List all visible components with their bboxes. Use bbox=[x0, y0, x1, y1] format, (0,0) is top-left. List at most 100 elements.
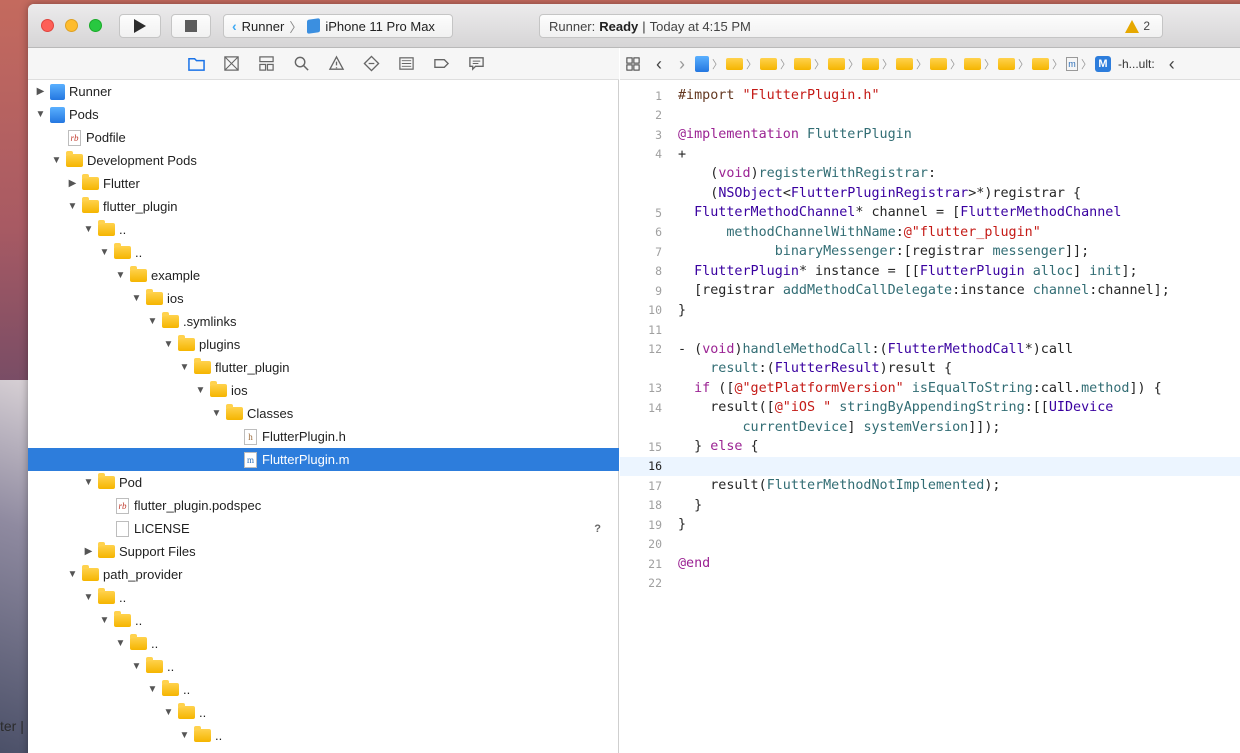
jumpbar-folder-icon[interactable] bbox=[930, 57, 947, 70]
tree-row[interactable]: ▼.. bbox=[28, 241, 619, 264]
disclosure-expanded-icon[interactable]: ▼ bbox=[178, 362, 191, 373]
disclosure-expanded-icon[interactable]: ▼ bbox=[82, 592, 95, 603]
tree-row[interactable]: rb flutter_plugin.podspec bbox=[28, 494, 619, 517]
jumpbar-symbol-label[interactable]: -h...ult: bbox=[1118, 57, 1155, 71]
disclosure-collapsed-icon[interactable]: ▶ bbox=[82, 546, 95, 557]
disclosure-expanded-icon[interactable]: ▼ bbox=[50, 155, 63, 166]
line-number[interactable]: 18 bbox=[620, 498, 662, 512]
counterparts-back-icon[interactable]: ‹ bbox=[1162, 55, 1182, 73]
line-number[interactable]: 3 bbox=[620, 128, 662, 142]
line-number[interactable]: 21 bbox=[620, 557, 662, 571]
tree-row[interactable]: ▶ Flutter bbox=[28, 172, 619, 195]
tree-row[interactable]: ▼ .symlinks bbox=[28, 310, 619, 333]
tree-row[interactable]: ▼.. bbox=[28, 655, 619, 678]
tree-row[interactable]: ▼ Pod bbox=[28, 471, 619, 494]
disclosure-expanded-icon[interactable]: ▼ bbox=[146, 316, 159, 327]
disclosure-expanded-icon[interactable]: ▼ bbox=[130, 293, 143, 304]
code-line[interactable]: 7 binaryMessenger:[registrar messenger]]… bbox=[620, 242, 1240, 262]
tree-row[interactable]: ▼ ios bbox=[28, 379, 619, 402]
tree-row[interactable]: ▼ Classes bbox=[28, 402, 619, 425]
code-line[interactable]: 20 bbox=[620, 535, 1240, 555]
jumpbar-folder-icon[interactable] bbox=[726, 57, 743, 70]
code-line[interactable]: 1 #import "FlutterPlugin.h" bbox=[620, 86, 1240, 106]
disclosure-expanded-icon[interactable]: ▼ bbox=[82, 477, 95, 488]
tree-row[interactable]: ▼.. bbox=[28, 609, 619, 632]
code-line[interactable]: 13 if ([@"getPlatformVersion" isEqualToS… bbox=[620, 379, 1240, 399]
minimize-window-button[interactable] bbox=[65, 19, 78, 32]
disclosure-expanded-icon[interactable]: ▼ bbox=[146, 684, 159, 695]
run-button[interactable] bbox=[119, 14, 161, 38]
code-line[interactable]: 4 + bbox=[620, 145, 1240, 165]
tree-row[interactable]: ▼.. bbox=[28, 218, 619, 241]
jumpbar-folder-icon[interactable] bbox=[828, 57, 845, 70]
tree-row[interactable]: m FlutterPlugin.m bbox=[28, 448, 619, 471]
code-line[interactable]: (NSObject<FlutterPluginRegistrar>*)regis… bbox=[620, 184, 1240, 204]
line-number[interactable]: 13 bbox=[620, 381, 662, 395]
tree-row[interactable]: ▼.. bbox=[28, 724, 619, 747]
code-line[interactable]: 14 result([@"iOS " stringByAppendingStri… bbox=[620, 398, 1240, 418]
line-number[interactable]: 5 bbox=[620, 206, 662, 220]
related-items-grid-icon[interactable] bbox=[626, 56, 640, 71]
code-line[interactable]: 10} bbox=[620, 301, 1240, 321]
line-number[interactable]: 12 bbox=[620, 342, 662, 356]
code-line[interactable]: 15 } else { bbox=[620, 437, 1240, 457]
source-control-navigator-tab[interactable] bbox=[223, 55, 241, 73]
disclosure-expanded-icon[interactable]: ▼ bbox=[98, 247, 111, 258]
disclosure-expanded-icon[interactable]: ▼ bbox=[66, 201, 79, 212]
disclosure-expanded-icon[interactable]: ▼ bbox=[98, 615, 111, 626]
line-number[interactable]: 16 bbox=[620, 459, 662, 473]
code-line[interactable]: 17 result(FlutterMethodNotImplemented); bbox=[620, 476, 1240, 496]
jumpbar-folder-icon[interactable] bbox=[862, 57, 879, 70]
disclosure-expanded-icon[interactable]: ▼ bbox=[114, 270, 127, 281]
disclosure-collapsed-icon[interactable]: ▶ bbox=[66, 178, 79, 189]
method-symbol-icon[interactable]: M bbox=[1095, 55, 1111, 72]
tree-row[interactable]: ▼ Pods bbox=[28, 103, 619, 126]
test-navigator-tab[interactable] bbox=[363, 55, 381, 73]
tree-row[interactable]: ▶ Runner bbox=[28, 80, 619, 103]
tree-row[interactable]: ▼ plugins bbox=[28, 333, 619, 356]
code-line[interactable]: 16 bbox=[620, 456, 1240, 476]
code-area[interactable]: 1 #import "FlutterPlugin.h" 2 3 @implementat… bbox=[620, 86, 1240, 593]
code-line[interactable]: result:(FlutterResult)result { bbox=[620, 359, 1240, 379]
symbol-navigator-tab[interactable] bbox=[258, 55, 276, 73]
code-line[interactable]: 5 FlutterMethodChannel* channel = [Flutt… bbox=[620, 203, 1240, 223]
code-line[interactable]: 11 bbox=[620, 320, 1240, 340]
jumpbar-folder-icon[interactable] bbox=[760, 57, 777, 70]
line-number[interactable]: 17 bbox=[620, 479, 662, 493]
close-window-button[interactable] bbox=[41, 19, 54, 32]
line-number[interactable]: 14 bbox=[620, 401, 662, 415]
line-number[interactable]: 6 bbox=[620, 225, 662, 239]
tree-row[interactable]: ▼ example bbox=[28, 264, 619, 287]
code-line[interactable]: 22 bbox=[620, 574, 1240, 594]
find-navigator-tab[interactable] bbox=[293, 55, 311, 73]
line-number[interactable]: 9 bbox=[620, 284, 662, 298]
activity-status-bar[interactable]: Runner: Ready | Today at 4:15 PM 2 bbox=[539, 14, 1163, 38]
debug-navigator-tab[interactable] bbox=[398, 55, 416, 73]
code-line[interactable]: (void)registerWithRegistrar: bbox=[620, 164, 1240, 184]
disclosure-expanded-icon[interactable]: ▼ bbox=[114, 638, 127, 649]
disclosure-expanded-icon[interactable]: ▼ bbox=[130, 661, 143, 672]
code-line[interactable]: 6 methodChannelWithName:@"flutter_plugin… bbox=[620, 223, 1240, 243]
jumpbar-project-icon[interactable] bbox=[695, 55, 709, 72]
tree-row[interactable]: ▼ Development Pods bbox=[28, 149, 619, 172]
disclosure-expanded-icon[interactable]: ▼ bbox=[162, 707, 175, 718]
code-line[interactable]: 12 - (void)handleMethodCall:(FlutterMetho… bbox=[620, 340, 1240, 360]
tree-row[interactable]: ▼ ios bbox=[28, 287, 619, 310]
disclosure-expanded-icon[interactable]: ▼ bbox=[178, 730, 191, 741]
disclosure-expanded-icon[interactable]: ▼ bbox=[210, 408, 223, 419]
project-navigator-tab[interactable] bbox=[188, 55, 206, 73]
code-line[interactable]: 21 @end bbox=[620, 554, 1240, 574]
tree-row[interactable]: ▼.. bbox=[28, 701, 619, 724]
jumpbar-folder-icon[interactable] bbox=[794, 57, 811, 70]
line-number[interactable]: 8 bbox=[620, 264, 662, 278]
jumpbar-folder-icon[interactable] bbox=[964, 57, 981, 70]
code-line[interactable]: 2 bbox=[620, 106, 1240, 126]
tree-row[interactable]: ▼.. bbox=[28, 586, 619, 609]
line-number[interactable]: 1 bbox=[620, 89, 662, 103]
code-line[interactable]: 19} bbox=[620, 515, 1240, 535]
code-line[interactable]: 3 @implementation FlutterPlugin bbox=[620, 125, 1240, 145]
issue-navigator-tab[interactable] bbox=[328, 55, 346, 73]
fullscreen-window-button[interactable] bbox=[89, 19, 102, 32]
breakpoint-navigator-tab[interactable] bbox=[433, 55, 451, 73]
tree-row[interactable]: ▼ flutter_plugin bbox=[28, 356, 619, 379]
